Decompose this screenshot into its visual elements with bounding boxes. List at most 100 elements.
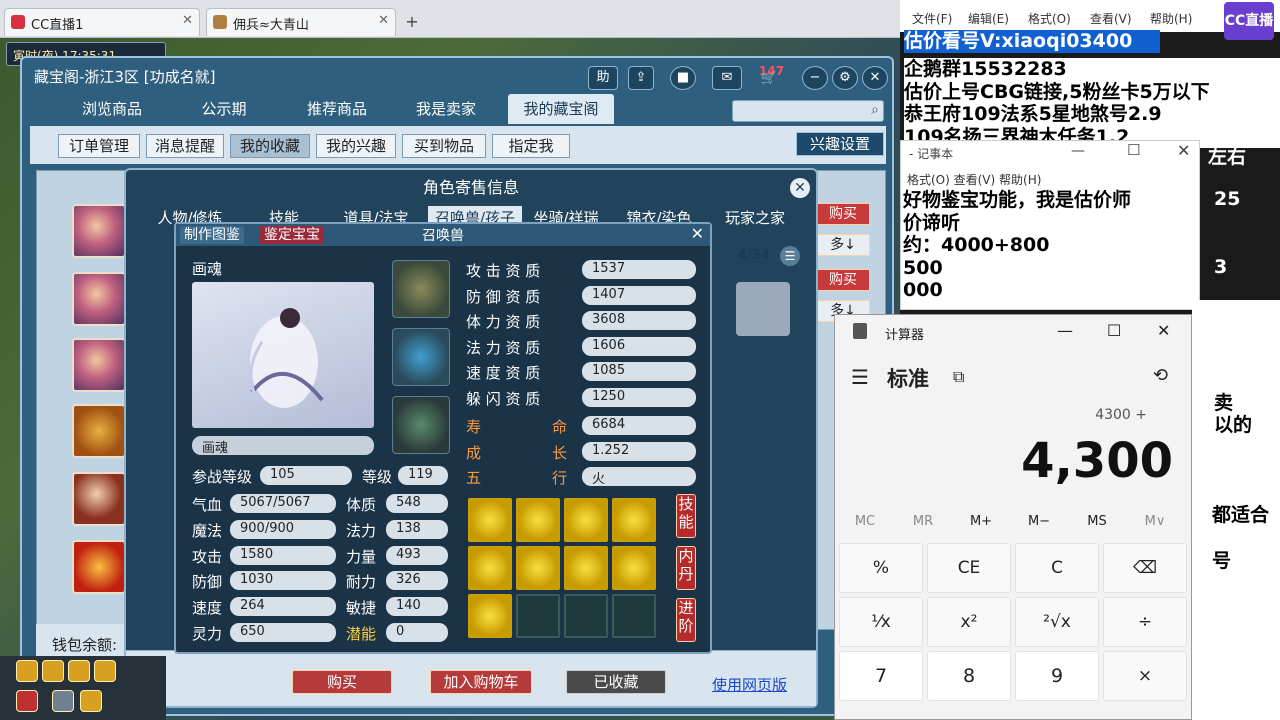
move-icon[interactable] [94, 660, 116, 682]
clear-entry-key[interactable]: CE [927, 543, 1011, 593]
memory-subtract-button[interactable]: M− [1015, 514, 1063, 529]
interest-settings-button[interactable]: 兴趣设置 [796, 132, 884, 156]
close-icon[interactable]: ✕ [862, 66, 888, 90]
list-icon[interactable]: ☰ [780, 246, 800, 266]
percent-key[interactable]: % [839, 543, 923, 593]
equipment-slot[interactable] [392, 260, 450, 318]
square-key[interactable]: x² [927, 597, 1011, 647]
close-icon[interactable]: ✕ [691, 224, 704, 243]
avatar[interactable] [72, 472, 126, 526]
search-input[interactable]: ⌕ [732, 100, 884, 122]
minimize-icon[interactable]: − [802, 66, 828, 90]
notepad-menubar[interactable]: 格式(O) 查看(V) 帮助(H) [907, 171, 1041, 188]
skill-icon[interactable] [468, 546, 512, 590]
chat-icon[interactable] [80, 690, 102, 712]
buy-button[interactable]: 购买 [816, 269, 870, 291]
tab-seller[interactable]: 我是卖家 [408, 94, 484, 124]
skill-icon[interactable] [612, 546, 656, 590]
arrow-up-icon[interactable] [42, 660, 64, 682]
skill-icon[interactable] [564, 546, 608, 590]
browser-tab-game[interactable]: 佣兵≈大青山 ✕ [206, 8, 396, 36]
gear-icon[interactable]: ⚙ [832, 66, 858, 90]
memory-list-button[interactable]: M∨ [1131, 514, 1179, 529]
reciprocal-key[interactable]: ¹⁄x [839, 597, 923, 647]
current-channel-icon[interactable] [16, 690, 38, 712]
tab-home[interactable]: 玩家之家 [718, 206, 792, 230]
skill-icon[interactable] [612, 498, 656, 542]
close-icon[interactable]: ✕ [790, 178, 810, 198]
designated-me-button[interactable]: 指定我 [492, 134, 570, 158]
avatar[interactable] [72, 272, 126, 326]
digit-9-key[interactable]: 9 [1015, 651, 1099, 701]
memory-recall-button[interactable]: MR [899, 514, 947, 529]
backspace-key[interactable]: ⌫ [1103, 543, 1187, 593]
menu-format[interactable]: 格式(O) [1028, 10, 1071, 27]
order-management-button[interactable]: 订单管理 [58, 134, 140, 158]
tab-publicity[interactable]: 公示期 [188, 94, 260, 124]
share-icon[interactable]: ⇪ [628, 66, 654, 90]
my-interests-button[interactable]: 我的兴趣 [316, 134, 396, 158]
more-button[interactable]: 多↓ [816, 234, 870, 256]
minimize-icon[interactable]: — [1071, 143, 1085, 159]
new-tab-button[interactable]: + [402, 12, 422, 32]
menu-help[interactable]: 帮助(H) [1150, 10, 1192, 27]
arrow-down-icon[interactable] [68, 660, 90, 682]
cart-icon[interactable]: 🛒 [756, 68, 782, 92]
memory-store-button[interactable]: MS [1073, 514, 1121, 529]
side-tab-advance[interactable]: 进阶 [676, 598, 696, 642]
avatar[interactable] [72, 540, 126, 594]
digit-7-key[interactable]: 7 [839, 651, 923, 701]
tab-my-cbg[interactable]: 我的藏宝阁 [508, 94, 614, 124]
make-illustration-button[interactable]: 制作图鉴 [180, 226, 244, 244]
skill-icon[interactable] [468, 594, 512, 638]
appraise-pet-button[interactable]: 鉴定宝宝 [260, 226, 324, 244]
maximize-icon[interactable]: ☐ [1107, 321, 1121, 340]
skill-icon[interactable] [564, 498, 608, 542]
help-button[interactable]: 助 [588, 66, 618, 90]
buy-button[interactable]: 购买 [292, 670, 392, 694]
memory-add-button[interactable]: M+ [957, 514, 1005, 529]
tab-recommended[interactable]: 推荐商品 [290, 94, 384, 124]
menu-view[interactable]: 查看(V) [1090, 10, 1132, 27]
tab-browse[interactable]: 浏览商品 [66, 94, 158, 124]
add-to-cart-button[interactable]: 加入购物车 [430, 670, 532, 694]
menu-file[interactable]: 文件(F) [912, 10, 952, 27]
skill-icon[interactable] [516, 498, 560, 542]
equipment-slot[interactable] [392, 396, 450, 454]
keep-on-top-icon[interactable]: ⧉ [953, 367, 964, 387]
buy-button[interactable]: 购买 [816, 203, 870, 225]
side-tab-skills[interactable]: 技能 [676, 494, 696, 538]
equipment-slot[interactable] [392, 328, 450, 386]
square-root-key[interactable]: ²√x [1015, 597, 1099, 647]
stop-icon[interactable]: ■ [670, 66, 696, 90]
microphone-icon[interactable] [52, 690, 74, 712]
avatar[interactable] [72, 338, 126, 392]
minimize-icon[interactable]: — [1057, 321, 1073, 340]
divide-key[interactable]: ÷ [1103, 597, 1187, 647]
my-favorites-button[interactable]: 我的收藏 [230, 134, 310, 158]
digit-8-key[interactable]: 8 [927, 651, 1011, 701]
web-version-link[interactable]: 使用网页版 [712, 674, 787, 695]
maximize-icon[interactable]: ☐ [1127, 141, 1140, 159]
browser-tab-cc[interactable]: CC直播1 ✕ [4, 8, 200, 36]
message-icon[interactable]: ✉ [712, 66, 742, 90]
skill-icon[interactable] [468, 498, 512, 542]
menu-icon[interactable]: ☰ [851, 365, 869, 389]
memory-clear-button[interactable]: MC [841, 514, 889, 529]
close-icon[interactable]: ✕ [1177, 141, 1190, 160]
favorited-button[interactable]: 已收藏 [566, 670, 666, 694]
close-icon[interactable]: ✕ [182, 13, 193, 28]
clear-key[interactable]: C [1015, 543, 1099, 593]
avatar[interactable] [72, 204, 126, 258]
skill-icon[interactable] [516, 546, 560, 590]
avatar[interactable] [72, 404, 126, 458]
side-tab-inner-core[interactable]: 内丹 [676, 546, 696, 590]
multiply-key[interactable]: × [1103, 651, 1187, 701]
arrow-left-icon[interactable] [16, 660, 38, 682]
purchased-items-button[interactable]: 买到物品 [402, 134, 486, 158]
history-icon[interactable]: ⟲ [1153, 365, 1168, 386]
menu-edit[interactable]: 编辑(E) [968, 10, 1009, 27]
close-icon[interactable]: ✕ [1157, 321, 1170, 340]
message-reminder-button[interactable]: 消息提醒 [146, 134, 224, 158]
close-icon[interactable]: ✕ [378, 13, 389, 28]
